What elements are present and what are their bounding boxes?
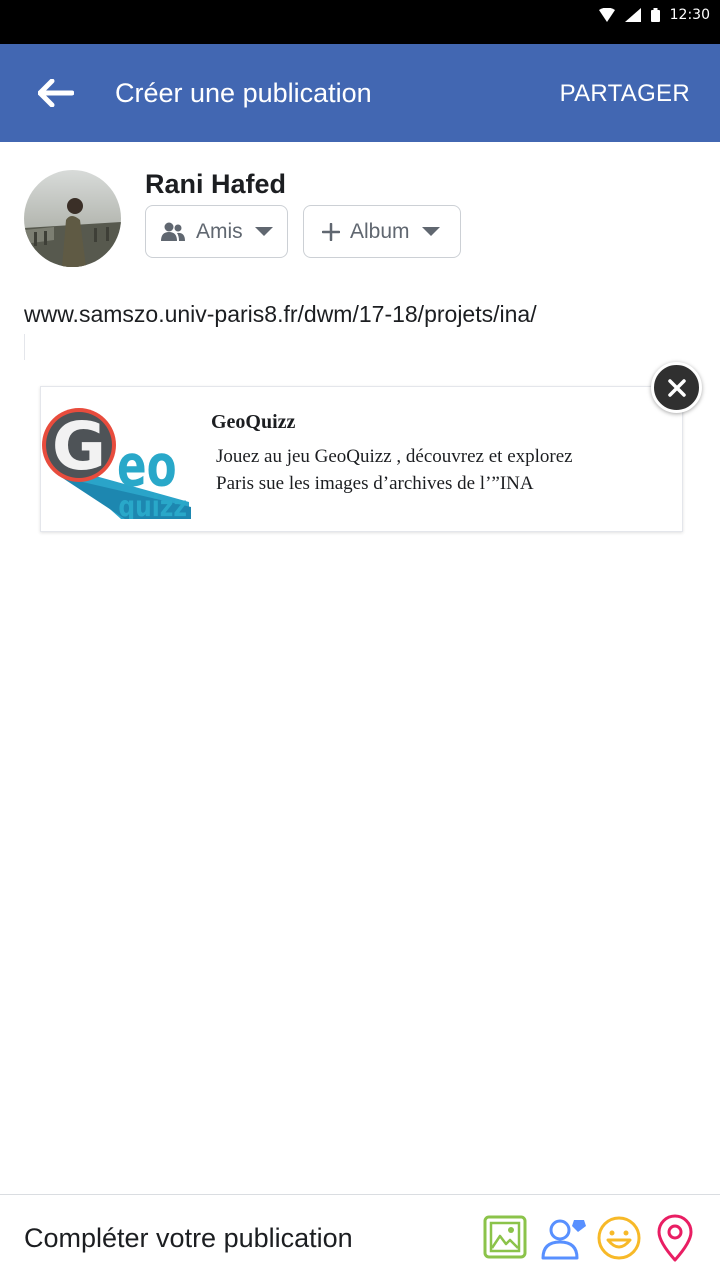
avatar[interactable] xyxy=(24,170,121,267)
avatar-photo xyxy=(24,170,121,267)
photo-icon[interactable] xyxy=(482,1214,530,1262)
wifi-icon xyxy=(598,8,615,22)
audience-selector[interactable]: Amis xyxy=(145,205,288,258)
author-name: Rani Hafed xyxy=(145,169,287,199)
close-icon xyxy=(667,378,686,397)
status-time: 12:30 xyxy=(669,7,710,23)
location-icon[interactable] xyxy=(651,1214,699,1262)
plus-icon xyxy=(322,222,340,241)
share-button[interactable]: PARTAGER xyxy=(560,80,690,108)
text-cursor xyxy=(24,334,25,360)
page-title: Créer une publication xyxy=(115,78,372,108)
chevron-down-icon xyxy=(421,227,440,236)
preview-description: Jouez au jeu GeoQuizz , découvrez et exp… xyxy=(216,446,573,494)
album-selector[interactable]: Album xyxy=(303,205,461,258)
preview-title: GeoQuizz xyxy=(211,411,296,433)
post-text-field[interactable]: www.samszo.univ-paris8.fr/dwm/17-18/proj… xyxy=(24,301,537,328)
link-preview-card[interactable]: G eo quizz GeoQuizz Jouez au jeu GeoQuiz… xyxy=(40,386,683,532)
svg-text:G: G xyxy=(52,408,106,485)
audience-label: Amis xyxy=(196,219,243,243)
feeling-icon[interactable] xyxy=(595,1214,643,1262)
status-icons: 12:30 xyxy=(598,5,710,25)
arrow-left-icon xyxy=(38,79,74,107)
album-label: Album xyxy=(350,219,410,243)
status-bar: 12:30 xyxy=(0,0,720,44)
bottom-divider xyxy=(0,1194,720,1195)
signal-icon xyxy=(624,8,641,22)
friends-icon xyxy=(161,222,185,241)
app-bar: Créer une publication PARTAGER xyxy=(0,44,720,142)
chevron-down-icon xyxy=(254,227,273,236)
remove-preview-button[interactable] xyxy=(651,362,702,413)
svg-text:quizz: quizz xyxy=(118,491,187,519)
complete-post-label[interactable]: Compléter votre publication xyxy=(24,1223,353,1254)
geoquizz-logo: G eo quizz xyxy=(42,408,191,519)
back-button[interactable] xyxy=(30,73,82,113)
tag-people-icon[interactable] xyxy=(540,1214,588,1262)
battery-icon xyxy=(650,8,660,22)
